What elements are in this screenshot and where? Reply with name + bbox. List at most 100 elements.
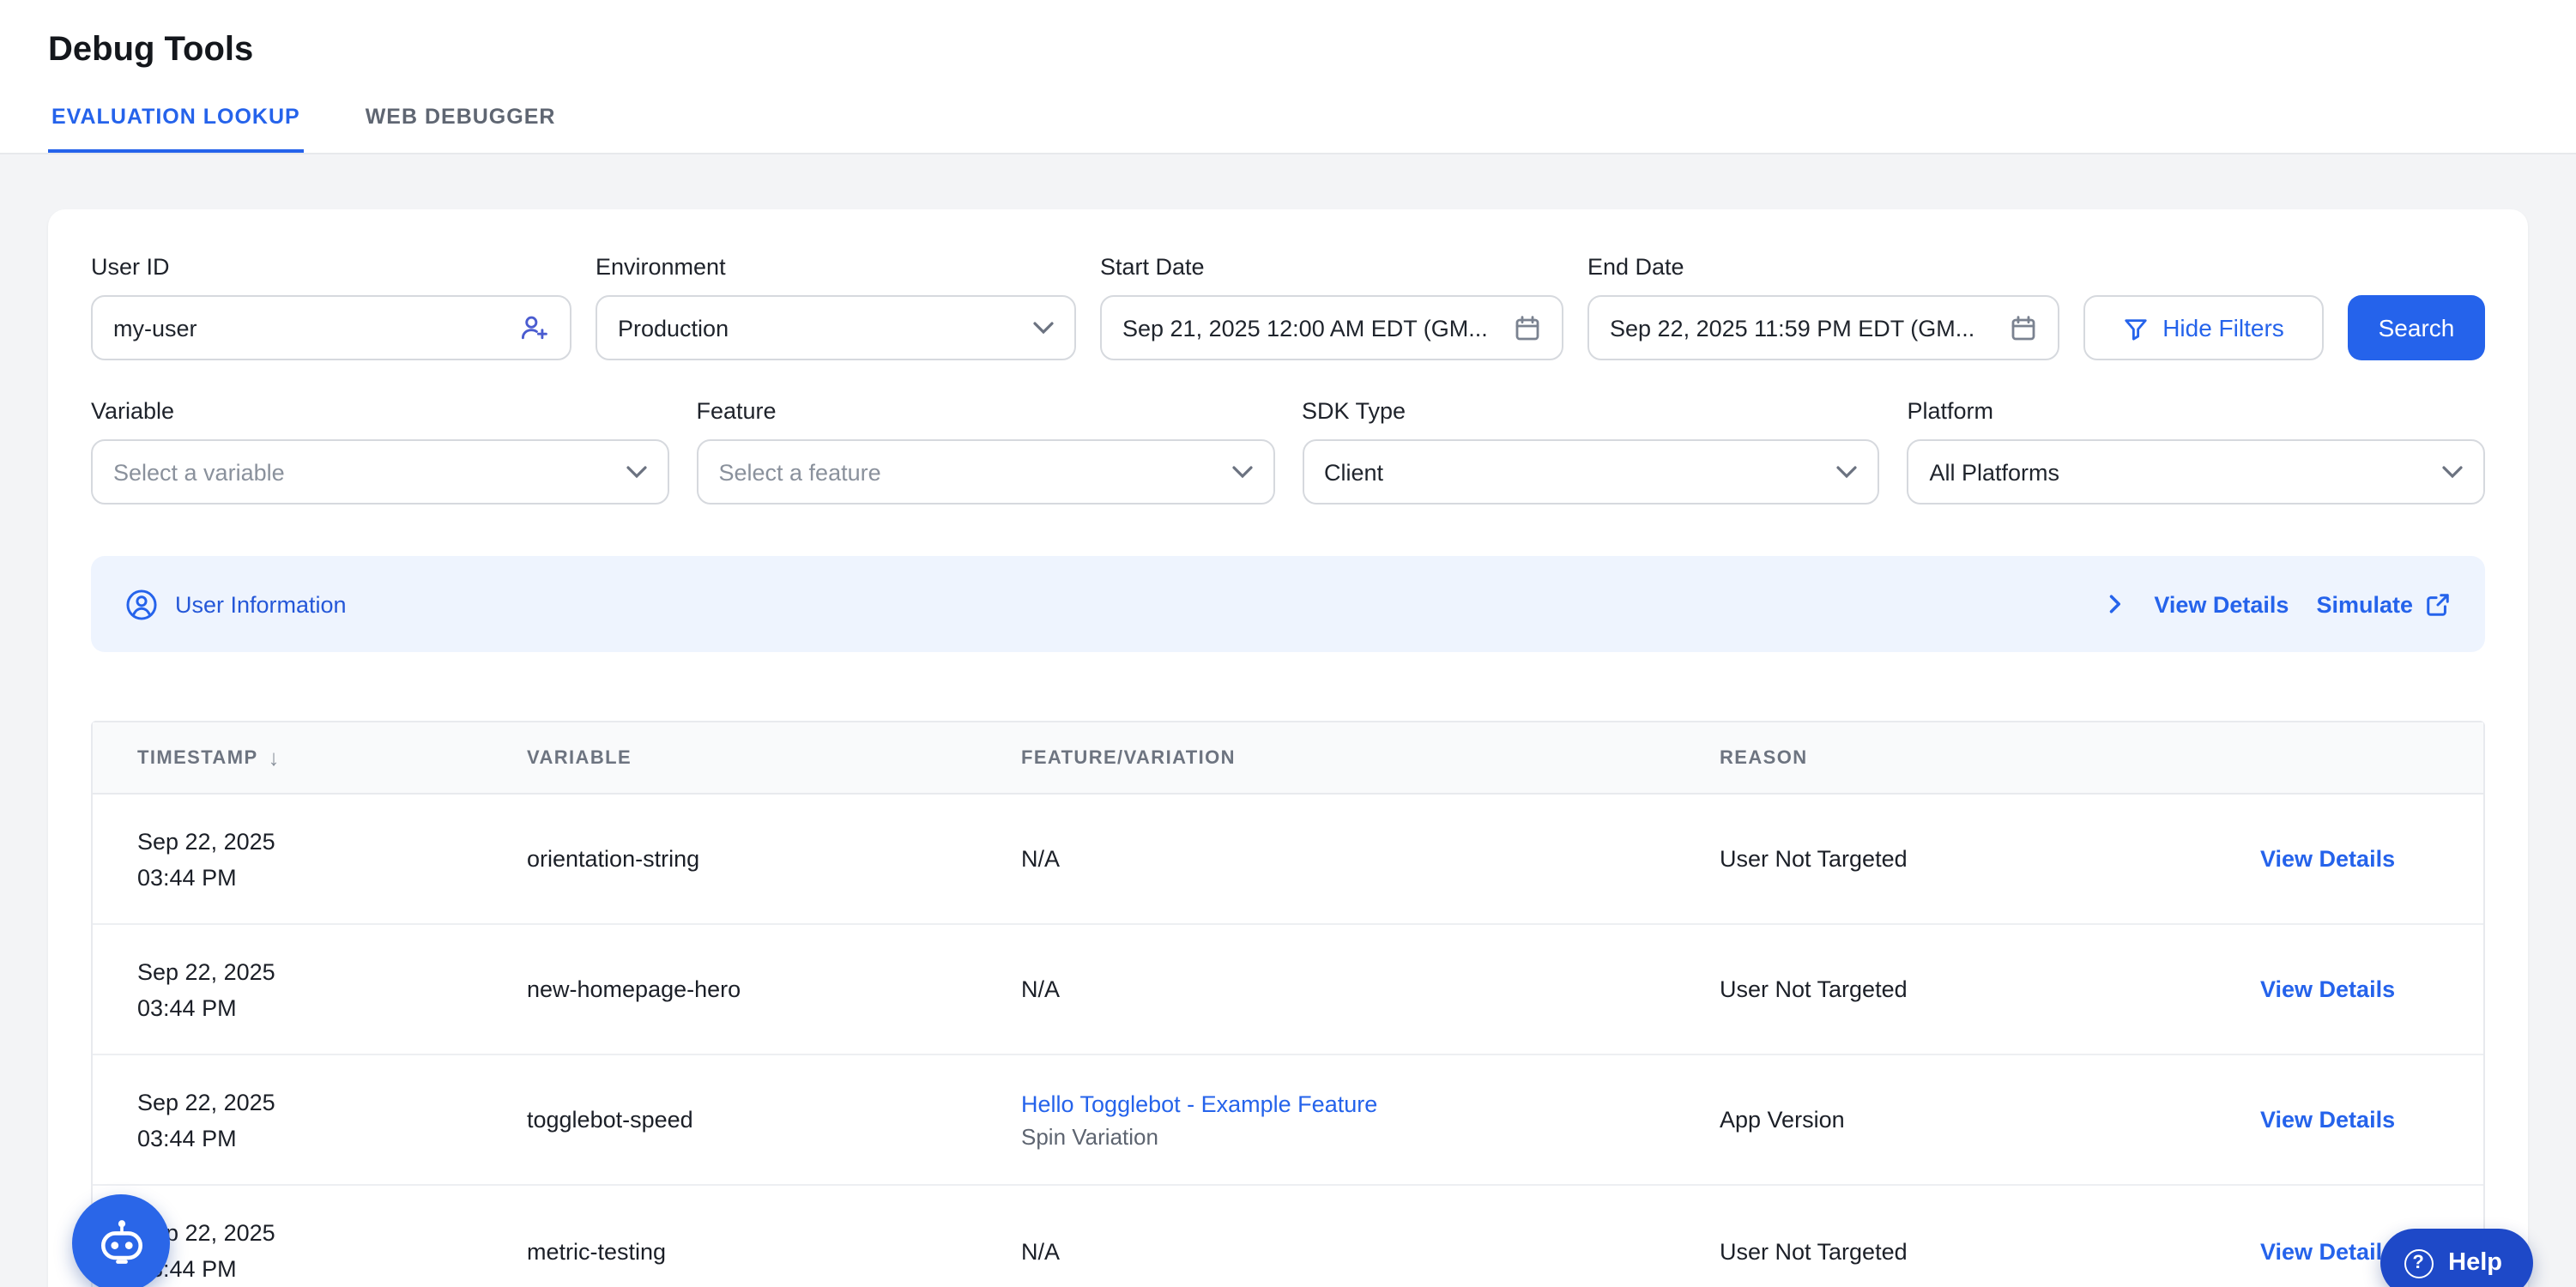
timestamp-header-label: TIMESTAMP bbox=[137, 747, 258, 768]
feature-placeholder: Select a feature bbox=[719, 459, 881, 485]
platform-select[interactable]: All Platforms bbox=[1908, 439, 2486, 505]
tab-evaluation-lookup[interactable]: EVALUATION LOOKUP bbox=[48, 105, 304, 153]
evaluation-results-table: TIMESTAMP ↓ VARIABLE FEATURE/VARIATION R… bbox=[91, 721, 2485, 1287]
feature-variation-header-label: FEATURE/VARIATION bbox=[1021, 747, 1236, 768]
feature-text: N/A bbox=[1021, 846, 1060, 872]
chevron-down-icon bbox=[1033, 321, 1054, 335]
row-view-details-link[interactable]: View Details bbox=[2260, 976, 2395, 1002]
person-add-icon[interactable] bbox=[518, 312, 549, 343]
variable-header-label: VARIABLE bbox=[527, 747, 632, 768]
row-view-details-link[interactable]: View Details bbox=[2260, 1238, 2395, 1264]
search-button[interactable]: Search bbox=[2348, 295, 2485, 360]
tab-web-debugger[interactable]: WEB DEBUGGER bbox=[362, 105, 559, 153]
search-button-label: Search bbox=[2379, 314, 2455, 341]
debug-tools-page: Debug Tools EVALUATION LOOKUP WEB DEBUGG… bbox=[0, 0, 2576, 1287]
sdk-type-value: Client bbox=[1324, 459, 1383, 485]
banner-view-details-link[interactable]: View Details bbox=[2154, 591, 2289, 617]
reason-cell: User Not Targeted bbox=[1720, 846, 2260, 872]
calendar-icon bbox=[1514, 314, 1541, 341]
platform-value: All Platforms bbox=[1930, 459, 2060, 485]
feature-variation-cell: N/A bbox=[1021, 1238, 1720, 1264]
table-row: Sep 22, 2025 03:44 PM togglebot-speed He… bbox=[93, 1055, 2483, 1186]
feature-link[interactable]: Hello Togglebot - Example Feature bbox=[1021, 1091, 1720, 1116]
evaluation-lookup-card: User ID Environment bbox=[48, 209, 2528, 1287]
timestamp-time: 03:44 PM bbox=[137, 989, 527, 1025]
user-circle-icon bbox=[125, 588, 158, 620]
simulate-label: Simulate bbox=[2316, 591, 2413, 617]
feature-select[interactable]: Select a feature bbox=[697, 439, 1275, 505]
timestamp-time: 03:44 PM bbox=[137, 1120, 527, 1156]
variable-cell: togglebot-speed bbox=[527, 1107, 1021, 1133]
chevron-right-icon[interactable] bbox=[2102, 592, 2126, 616]
start-date-value: Sep 21, 2025 12:00 AM EDT (GM... bbox=[1122, 315, 1500, 341]
togglebot-robot-icon bbox=[94, 1216, 148, 1271]
variable-cell: orientation-string bbox=[527, 846, 1021, 872]
sort-desc-icon[interactable]: ↓ bbox=[269, 745, 281, 770]
sdk-type-select[interactable]: Client bbox=[1302, 439, 1880, 505]
user-id-label: User ID bbox=[91, 254, 571, 280]
column-header-feature-variation: FEATURE/VARIATION bbox=[1021, 747, 1720, 768]
environment-field: Environment Production bbox=[596, 254, 1076, 360]
timestamp-date: Sep 22, 2025 bbox=[137, 1084, 527, 1120]
environment-value: Production bbox=[618, 315, 729, 341]
simulate-link[interactable]: Simulate bbox=[2316, 591, 2451, 617]
user-id-field: User ID bbox=[91, 254, 571, 360]
user-information-header[interactable]: User Information bbox=[125, 588, 347, 620]
row-view-details-link[interactable]: View Details bbox=[2260, 846, 2395, 872]
environment-label: Environment bbox=[596, 254, 1076, 280]
help-label: Help bbox=[2448, 1249, 2502, 1277]
page-header: Debug Tools EVALUATION LOOKUP WEB DEBUGG… bbox=[0, 0, 2576, 154]
timestamp-date: Sep 22, 2025 bbox=[137, 823, 527, 859]
chevron-down-icon bbox=[1837, 465, 1858, 479]
variable-select[interactable]: Select a variable bbox=[91, 439, 669, 505]
hide-filters-label: Hide Filters bbox=[2162, 314, 2284, 341]
variable-cell: metric-testing bbox=[527, 1238, 1021, 1264]
timestamp-cell: Sep 22, 2025 03:44 PM bbox=[137, 1084, 527, 1156]
variable-cell: new-homepage-hero bbox=[527, 976, 1021, 1002]
platform-label: Platform bbox=[1908, 398, 2486, 424]
reason-cell: User Not Targeted bbox=[1720, 976, 2260, 1002]
column-header-reason: REASON bbox=[1720, 747, 2260, 768]
user-id-input-wrap bbox=[91, 295, 571, 360]
actions-cell: View Details bbox=[2260, 846, 2483, 872]
table-row: Sep 22, 2025 03:44 PM orientation-string… bbox=[93, 795, 2483, 925]
start-date-input[interactable]: Sep 21, 2025 12:00 AM EDT (GM... bbox=[1100, 295, 1563, 360]
table-row: Sep 22, 2025 03:44 PM metric-testing N/A… bbox=[93, 1186, 2483, 1287]
banner-actions: View Details Simulate bbox=[2102, 591, 2451, 617]
feature-variation-cell: N/A bbox=[1021, 976, 1720, 1002]
row-view-details-link[interactable]: View Details bbox=[2260, 1107, 2395, 1133]
tab-bar: EVALUATION LOOKUP WEB DEBUGGER bbox=[48, 105, 2528, 153]
filter-funnel-icon bbox=[2123, 315, 2149, 341]
column-header-variable: VARIABLE bbox=[527, 747, 1021, 768]
feature-text: N/A bbox=[1021, 1238, 1060, 1264]
user-id-input[interactable] bbox=[113, 315, 505, 341]
main-content: User ID Environment bbox=[0, 154, 2576, 1287]
actions-cell: View Details bbox=[2260, 976, 2483, 1002]
timestamp-cell: Sep 22, 2025 03:44 PM bbox=[137, 823, 527, 895]
end-date-label: End Date bbox=[1587, 254, 2059, 280]
environment-select[interactable]: Production bbox=[596, 295, 1076, 360]
help-button[interactable]: ? Help bbox=[2379, 1229, 2533, 1287]
feature-field: Feature Select a feature bbox=[697, 398, 1275, 505]
start-date-label: Start Date bbox=[1100, 254, 1563, 280]
timestamp-cell: Sep 22, 2025 03:44 PM bbox=[137, 953, 527, 1025]
end-date-input[interactable]: Sep 22, 2025 11:59 PM EDT (GM... bbox=[1587, 295, 2059, 360]
user-information-banner: User Information View Details Simulate bbox=[91, 556, 2485, 652]
chevron-down-icon bbox=[1231, 465, 1252, 479]
variable-placeholder: Select a variable bbox=[113, 459, 285, 485]
togglebot-assistant-button[interactable] bbox=[72, 1194, 170, 1287]
end-date-value: Sep 22, 2025 11:59 PM EDT (GM... bbox=[1610, 315, 1996, 341]
table-row: Sep 22, 2025 03:44 PM new-homepage-hero … bbox=[93, 925, 2483, 1055]
hide-filters-button[interactable]: Hide Filters bbox=[2083, 295, 2324, 360]
user-information-title: User Information bbox=[175, 591, 347, 617]
timestamp-time: 03:44 PM bbox=[137, 859, 527, 895]
feature-label: Feature bbox=[697, 398, 1275, 424]
question-mark-icon: ? bbox=[2404, 1248, 2433, 1278]
sdk-type-label: SDK Type bbox=[1302, 398, 1880, 424]
variation-text: Spin Variation bbox=[1021, 1123, 1720, 1149]
column-header-timestamp[interactable]: TIMESTAMP ↓ bbox=[137, 745, 527, 770]
filter-row-1: User ID Environment bbox=[91, 254, 2485, 360]
timestamp-time: 03:44 PM bbox=[137, 1251, 527, 1287]
external-link-icon bbox=[2425, 591, 2451, 617]
start-date-field: Start Date Sep 21, 2025 12:00 AM EDT (GM… bbox=[1100, 254, 1563, 360]
